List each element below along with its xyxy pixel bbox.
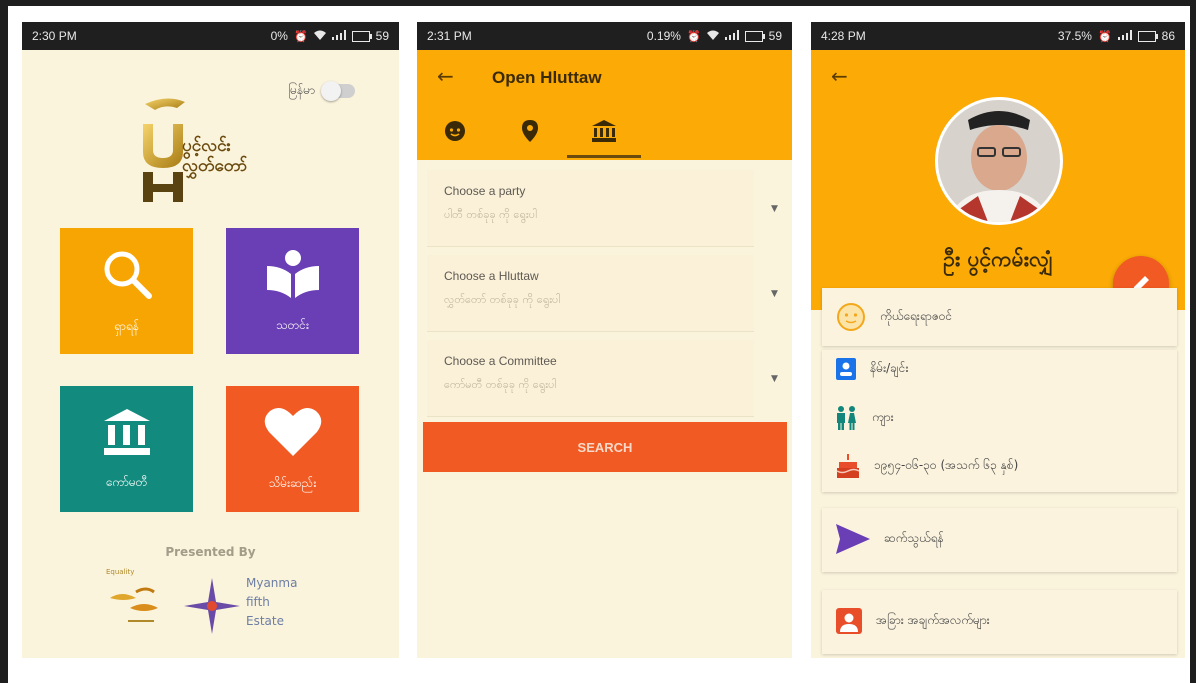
presented-by: Presented By <box>165 545 256 559</box>
toggle-switch[interactable] <box>321 81 355 101</box>
battery-icon <box>351 30 372 42</box>
chevron-down-icon[interactable]: ▼ <box>771 204 778 214</box>
personal-details-card: နိမ်း/ချင်း ကျား ၁၉၅၄-၀၆-၃၀ (အသက် ၆၃ နှစ… <box>822 350 1177 492</box>
people-icon <box>837 406 856 430</box>
alarm-icon: ⏰ <box>686 30 701 43</box>
location-pin-icon <box>522 120 538 142</box>
app-bar: ← Open Hluttaw <box>417 50 792 160</box>
contact-label: ဆက်သွယ်ရန် <box>884 531 944 545</box>
tab-hluttaw[interactable] <box>586 118 622 144</box>
party-dropdown-label: Choose a party <box>444 184 526 198</box>
detail-row-birthdate: ၁၉၅၄-၀၆-၃၀ (အသက် ၆၃ နှစ်) <box>836 454 1018 478</box>
smiley-icon <box>837 303 865 331</box>
wifi-icon <box>706 30 719 43</box>
tab-indicator <box>567 155 641 158</box>
face-icon <box>445 121 465 141</box>
tile-news[interactable]: သတင်း <box>226 228 359 354</box>
tile-committee[interactable]: ကော်မတီ <box>60 386 193 512</box>
other-info-card[interactable]: အခြား အချက်အလက်များ <box>822 590 1177 654</box>
tile-committee-label: ကော်မတီ <box>105 474 148 489</box>
party-dropdown[interactable]: Choose a party ပါတီ တစ်ခုခု ကို ရွေးပါ <box>427 170 754 247</box>
wifi-icon <box>313 30 326 43</box>
battery-level: 86 <box>1161 29 1175 43</box>
window-frame-right <box>1190 0 1196 683</box>
personal-info-title: ကိုယ်ရေးရာဇဝင် <box>880 309 953 323</box>
id-card-icon <box>836 358 856 380</box>
personal-info-header-card[interactable]: ကိုယ်ရေးရာဇဝင် <box>822 288 1177 346</box>
detail-row-gender: ကျား <box>836 406 894 430</box>
portrait-photo <box>938 100 1060 222</box>
battery-icon <box>1137 30 1158 42</box>
detail-row-ethnicity: နိမ်း/ချင်း <box>836 358 909 380</box>
gender-value: ကျား <box>872 410 894 424</box>
status-bar: 4:28 PM 37.5% ⏰ 86 <box>811 22 1185 50</box>
status-data-rate: 37.5% <box>1057 29 1092 43</box>
search-icon <box>100 247 154 304</box>
reading-book-icon <box>265 248 321 303</box>
sponsor-equality-logo <box>106 568 176 632</box>
window-frame-top <box>0 0 1196 6</box>
send-icon <box>836 524 870 554</box>
alarm-icon: ⏰ <box>293 30 308 43</box>
page-title: Open Hluttaw <box>492 68 602 87</box>
signal-icon <box>1117 29 1132 43</box>
alarm-icon: ⏰ <box>1097 30 1112 43</box>
bank-icon <box>592 120 616 142</box>
status-data-rate: 0% <box>270 29 288 43</box>
status-bar: 2:30 PM 0% ⏰ 59 <box>22 22 399 50</box>
birthdate-value: ၁၉၅၄-၀၆-၃၀ (အသက် ၆၃ နှစ်) <box>874 458 1019 472</box>
committee-dropdown-label: Choose a Committee <box>444 354 557 368</box>
tile-favorites[interactable]: သိမ်းဆည်း <box>226 386 359 512</box>
tab-location[interactable] <box>512 118 548 144</box>
avatar <box>935 97 1063 225</box>
back-arrow-icon[interactable]: ← <box>437 64 454 88</box>
back-arrow-icon[interactable]: ← <box>831 64 848 88</box>
app-logo: ပွင့်လင်း လွှတ်တော် <box>137 94 307 204</box>
signal-icon <box>724 29 739 43</box>
chevron-down-icon[interactable]: ▼ <box>771 374 778 384</box>
committee-dropdown[interactable]: Choose a Committee ကော်မတီ တစ်ခုခု ကို ရ… <box>427 340 754 417</box>
status-time: 2:30 PM <box>32 29 77 43</box>
status-data-rate: 0.19% <box>646 29 681 43</box>
battery-level: 59 <box>768 29 782 43</box>
signal-icon <box>331 29 346 43</box>
ethnicity-value: နိမ်း/ချင်း <box>870 361 909 375</box>
tile-search[interactable]: ရှာရန် <box>60 228 193 354</box>
status-bar: 2:31 PM 0.19% ⏰ 59 <box>417 22 792 50</box>
battery-level: 59 <box>375 29 389 43</box>
contact-card-icon <box>836 608 862 634</box>
sponsor-myanma-logo <box>184 578 240 634</box>
tile-search-label: ရှာရန် <box>114 318 139 333</box>
battery-icon <box>744 30 765 42</box>
cake-icon <box>836 454 860 478</box>
chevron-down-icon[interactable]: ▼ <box>771 289 778 299</box>
parliament-building-icon <box>102 407 152 460</box>
compass-star-icon <box>184 578 240 634</box>
phone-screen-home: 2:30 PM 0% ⏰ 59 မြန်မာ ပွင့်လင်း လွှတ်တေ… <box>22 22 399 658</box>
heart-icon <box>264 406 322 461</box>
hluttaw-dropdown-label: Choose a Hluttaw <box>444 269 539 283</box>
committee-dropdown-value: ကော်မတီ တစ်ခုခု ကို ရွေးပါ <box>444 378 557 391</box>
hluttaw-dropdown-value: လွှတ်တော် တစ်ခုခု ကို ရွေးပါ <box>444 293 561 306</box>
sponsor-myanma-text: Myanma fifth Estate <box>246 576 298 628</box>
hluttaw-dropdown[interactable]: Choose a Hluttaw လွှတ်တော် တစ်ခုခု ကို ရ… <box>427 255 754 332</box>
party-dropdown-value: ပါတီ တစ်ခုခု ကို ရွေးပါ <box>444 208 537 221</box>
status-time: 2:31 PM <box>427 29 472 43</box>
phone-screen-search: 2:31 PM 0.19% ⏰ 59 ← Open Hluttaw Choose… <box>417 22 792 658</box>
window-frame-left <box>0 0 8 683</box>
equality-logo-icon <box>110 587 158 622</box>
other-info-label: အခြား အချက်အလက်များ <box>876 613 990 627</box>
tab-person[interactable] <box>437 118 473 144</box>
phone-screen-profile: 4:28 PM 37.5% ⏰ 86 ← ဦး ပွင့်ကမ်းလျှံ ကိ… <box>811 22 1185 658</box>
tile-favorites-label: သိမ်းဆည်း <box>268 475 317 490</box>
search-button[interactable]: SEARCH <box>423 422 787 472</box>
logo-text: ပွင့်လင်း လွှတ်တော် <box>182 136 248 176</box>
contact-card[interactable]: ဆက်သွယ်ရန် <box>822 508 1177 572</box>
status-time: 4:28 PM <box>821 29 866 43</box>
tile-news-label: သတင်း <box>276 317 309 332</box>
